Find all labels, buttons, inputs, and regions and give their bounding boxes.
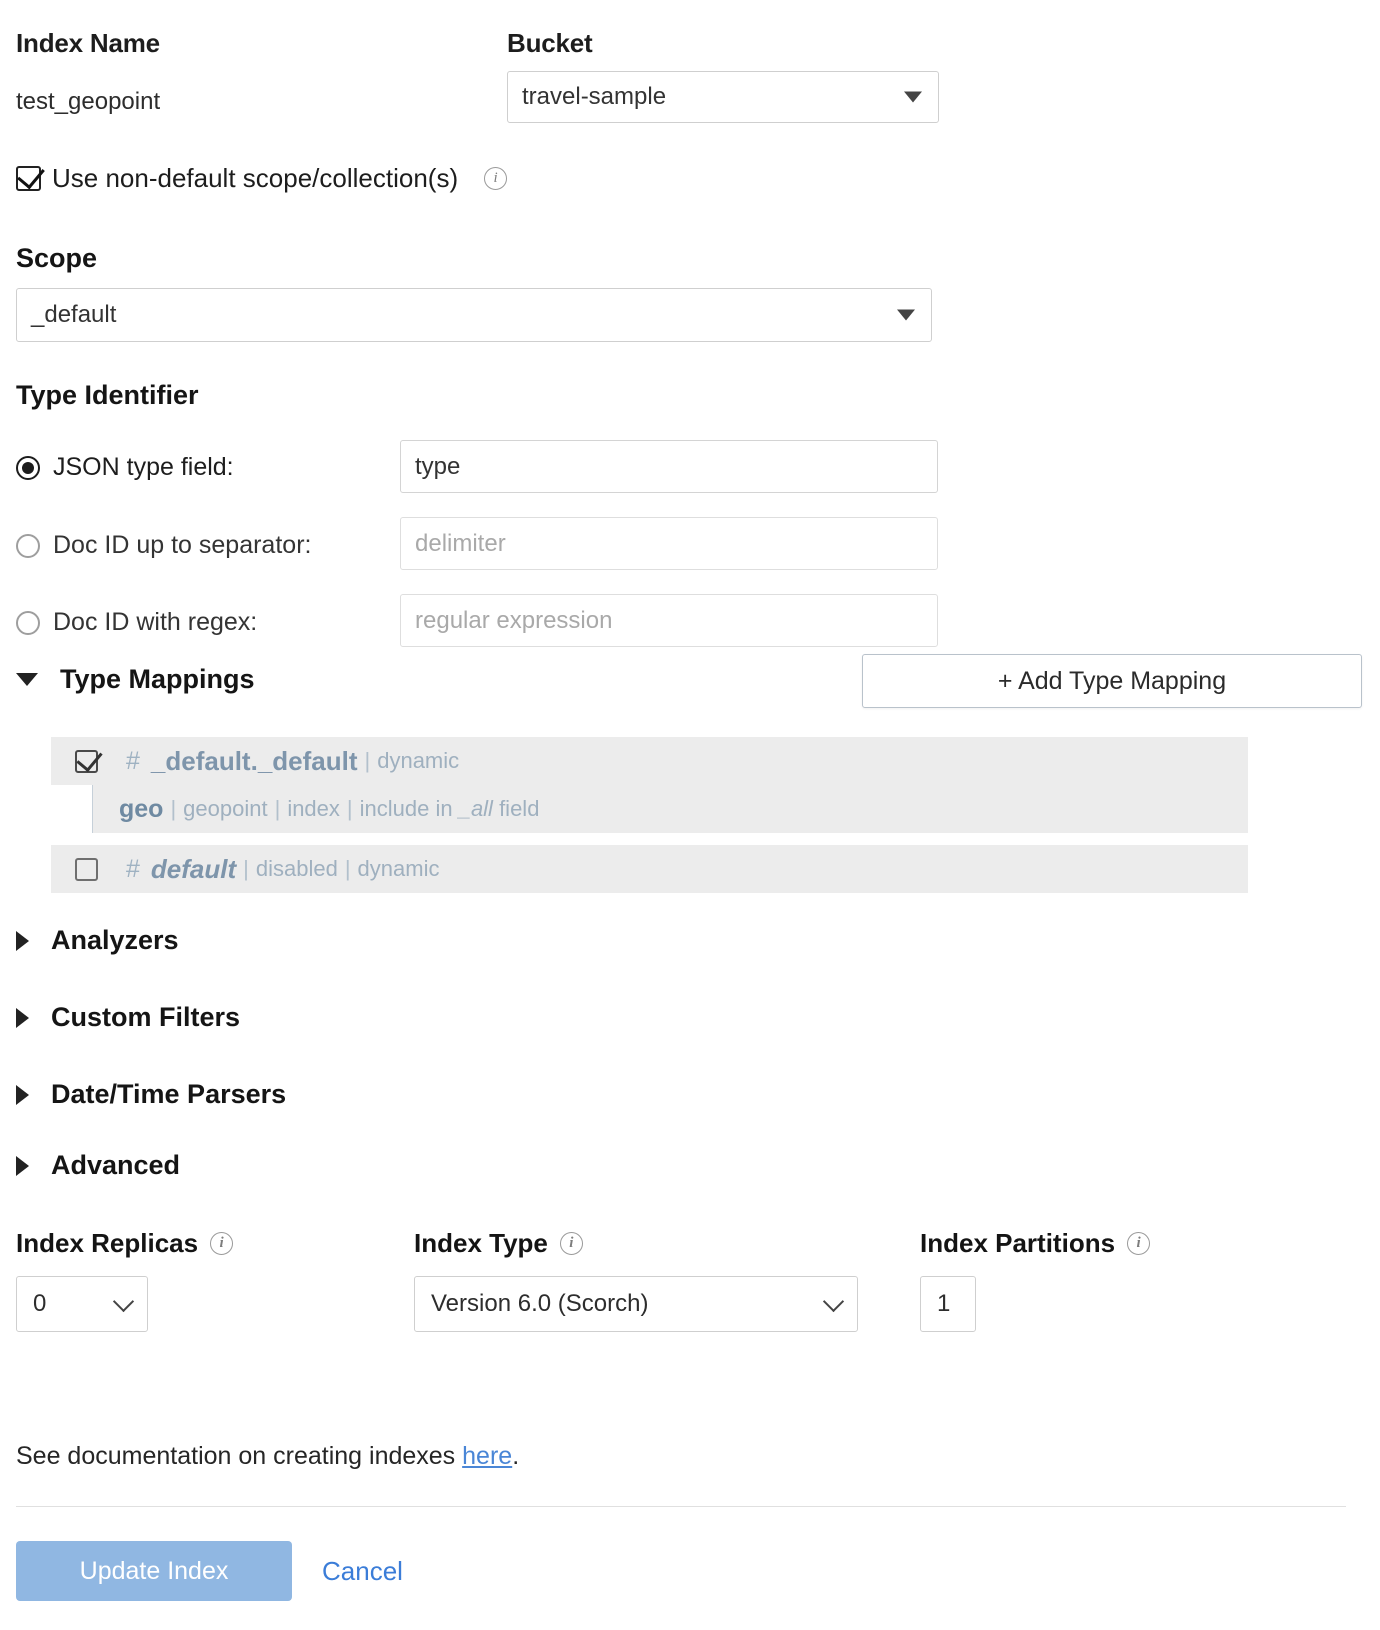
- scope-select[interactable]: _default: [16, 288, 932, 342]
- bucket-group: Bucket travel-sample: [507, 28, 957, 123]
- type-identifier-option-docid-regex[interactable]: Doc ID with regex:: [16, 608, 257, 637]
- non-default-scope-label: Use non-default scope/collection(s): [52, 163, 459, 193]
- index-replicas-label-row: Index Replicas i: [16, 1228, 234, 1259]
- info-icon[interactable]: i: [484, 167, 508, 190]
- chevron-down-icon: [112, 1290, 135, 1313]
- type-identifier-option-json[interactable]: JSON type field:: [16, 453, 234, 482]
- info-icon[interactable]: i: [210, 1232, 234, 1255]
- type-mapping-meta: | disabled | dynamic: [243, 856, 440, 881]
- type-mapping-checkbox[interactable]: [75, 749, 98, 773]
- hash-icon: #: [126, 854, 140, 883]
- type-mapping-meta: | dynamic: [364, 748, 460, 773]
- index-replicas-select[interactable]: 0: [16, 1276, 148, 1332]
- documentation-link[interactable]: here: [462, 1442, 512, 1470]
- field-name: geo: [119, 794, 164, 823]
- radio-json-type-field-label: JSON type field:: [53, 453, 234, 481]
- update-index-label: Update Index: [79, 1556, 229, 1585]
- index-type-select[interactable]: Version 6.0 (Scorch): [414, 1276, 858, 1332]
- section-custom-filters-label: Custom Filters: [51, 1002, 241, 1032]
- non-default-scope-row[interactable]: Use non-default scope/collection(s) i: [16, 163, 508, 194]
- scope-select-value: _default: [31, 301, 117, 328]
- type-mappings-toggle[interactable]: Type Mappings: [16, 664, 255, 695]
- documentation-prefix: See documentation on creating indexes: [16, 1442, 463, 1470]
- documentation-line: See documentation on creating indexes he…: [16, 1442, 519, 1471]
- section-analyzers[interactable]: Analyzers: [16, 925, 179, 956]
- section-datetime-parsers-label: Date/Time Parsers: [51, 1079, 287, 1109]
- type-identifier-option-docid-separator[interactable]: Doc ID up to separator:: [16, 531, 311, 560]
- index-type-label-row: Index Type i: [414, 1228, 858, 1259]
- json-type-field-value: type: [415, 452, 461, 480]
- index-type-group: Index Type i Version 6.0 (Scorch): [414, 1228, 858, 1332]
- chevron-right-icon: [16, 1007, 29, 1028]
- index-partitions-value: 1: [937, 1290, 951, 1317]
- type-mapping-name: _default._default: [150, 745, 358, 776]
- non-default-scope-checkbox[interactable]: [16, 166, 41, 191]
- index-partitions-group: Index Partitions i 1: [920, 1228, 1151, 1332]
- index-partitions-input[interactable]: 1: [920, 1276, 976, 1332]
- info-icon[interactable]: i: [1127, 1232, 1151, 1255]
- doc-id-regex-input[interactable]: regular expression: [400, 594, 938, 647]
- radio-doc-id-separator[interactable]: [16, 533, 40, 558]
- add-type-mapping-button[interactable]: + Add Type Mapping: [862, 654, 1362, 708]
- chevron-down-icon: [16, 673, 38, 686]
- chevron-down-icon: [904, 91, 922, 103]
- scope-label: Scope: [16, 243, 98, 273]
- field-meta: | geopoint | index | include in _all field: [170, 796, 540, 821]
- type-mapping-field-row[interactable]: geo | geopoint | index | include in _all fiel…: [92, 785, 1248, 833]
- chevron-down-icon: [822, 1290, 845, 1313]
- update-index-button[interactable]: Update Index: [16, 1541, 292, 1601]
- index-name-group: Index Name test_geopoint: [16, 28, 486, 116]
- chevron-right-icon: [16, 930, 29, 951]
- type-identifier-title: Type Identifier: [16, 380, 199, 410]
- index-type-label: Index Type: [414, 1228, 548, 1258]
- index-name-value: test_geopoint: [16, 88, 161, 115]
- doc-id-separator-input[interactable]: delimiter: [400, 517, 938, 570]
- info-icon[interactable]: i: [559, 1232, 583, 1255]
- section-advanced[interactable]: Advanced: [16, 1150, 180, 1181]
- chevron-right-icon: [16, 1155, 29, 1176]
- documentation-suffix: .: [512, 1442, 520, 1470]
- index-partitions-label-row: Index Partitions i: [920, 1228, 1151, 1259]
- bucket-select[interactable]: travel-sample: [507, 71, 939, 123]
- chevron-right-icon: [16, 1084, 29, 1105]
- json-type-field-input[interactable]: type: [400, 440, 938, 493]
- type-mappings-list: # _default._default | dynamic geo | geopoi…: [51, 737, 1248, 893]
- doc-id-separator-placeholder: delimiter: [415, 529, 506, 557]
- index-replicas-value: 0: [33, 1290, 47, 1317]
- radio-doc-id-separator-label: Doc ID up to separator:: [53, 531, 312, 559]
- cancel-label: Cancel: [322, 1555, 403, 1586]
- bucket-label: Bucket: [507, 28, 593, 58]
- radio-doc-id-regex-label: Doc ID with regex:: [53, 608, 258, 636]
- radio-json-type-field[interactable]: [16, 455, 40, 480]
- radio-doc-id-regex[interactable]: [16, 610, 40, 635]
- add-type-mapping-label: + Add Type Mapping: [997, 666, 1227, 695]
- index-replicas-label: Index Replicas: [16, 1228, 199, 1258]
- type-mapping-row[interactable]: # default | disabled | dynamic: [51, 845, 1248, 893]
- index-replicas-group: Index Replicas i 0: [16, 1228, 234, 1332]
- type-mapping-name: default: [150, 853, 237, 884]
- type-mapping-row[interactable]: # _default._default | dynamic: [51, 737, 1248, 785]
- chevron-down-icon: [897, 309, 915, 321]
- section-custom-filters[interactable]: Custom Filters: [16, 1002, 240, 1033]
- hash-icon: #: [126, 746, 140, 775]
- index-editor-form: Index Name test_geopoint Bucket travel-s…: [0, 0, 1380, 1630]
- index-name-label: Index Name: [16, 28, 160, 58]
- section-analyzers-label: Analyzers: [51, 925, 179, 955]
- section-advanced-label: Advanced: [51, 1150, 181, 1180]
- type-mapping-checkbox[interactable]: [75, 857, 98, 881]
- index-type-value: Version 6.0 (Scorch): [431, 1290, 649, 1317]
- index-partitions-label: Index Partitions: [920, 1228, 1116, 1258]
- footer-divider: [16, 1506, 1346, 1507]
- bucket-select-value: travel-sample: [522, 83, 667, 110]
- section-datetime-parsers[interactable]: Date/Time Parsers: [16, 1079, 286, 1110]
- doc-id-regex-placeholder: regular expression: [415, 606, 613, 634]
- cancel-button[interactable]: Cancel: [322, 1541, 403, 1601]
- type-mappings-title: Type Mappings: [60, 664, 255, 694]
